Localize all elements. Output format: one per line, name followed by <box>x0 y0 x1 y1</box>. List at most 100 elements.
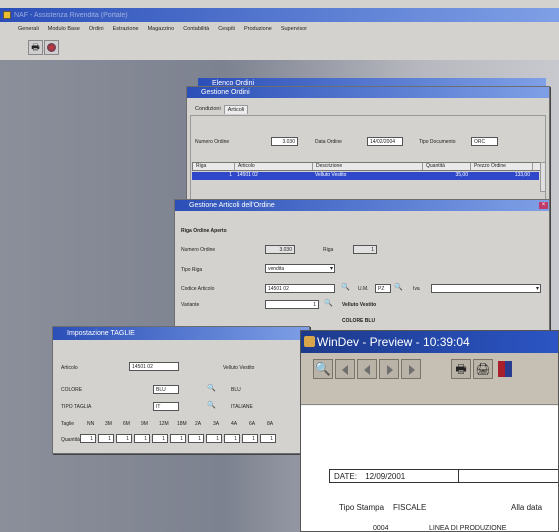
data-ordine-label: Data Ordine <box>315 139 342 145</box>
tipo-documento-field[interactable]: ORC <box>471 137 498 146</box>
riga-field[interactable]: 1 <box>353 245 377 254</box>
close-button[interactable]: × <box>539 202 548 209</box>
variante-label: Variante <box>181 302 200 308</box>
toolbar-print-button[interactable]: 🖶 <box>28 40 43 55</box>
table-row[interactable]: 1 14501 02 Velluto Vestito 35,00 133,00 <box>192 172 539 180</box>
first-page-button[interactable] <box>335 359 355 379</box>
taglia-header: 18M <box>177 421 187 427</box>
articolo-descrizione: Velluto Vestito <box>223 365 255 371</box>
search-icon[interactable]: 🔍 <box>207 384 216 392</box>
colore-descrizione: COLORE BLU <box>342 318 376 324</box>
gestione-ordini-window: Gestione Ordini Condizioni Articoli Nume… <box>186 86 550 204</box>
tipo-taglia-descrizione: ITALIANE <box>231 404 253 410</box>
menu-contabilita[interactable]: Contabilità <box>183 26 209 32</box>
taglie-label: Taglie <box>61 421 75 427</box>
menu-produzione[interactable]: Produzione <box>244 26 272 32</box>
tab-condizioni[interactable]: Condizioni <box>192 105 224 114</box>
riga-label: Riga <box>323 247 334 253</box>
ordine-tabs: Condizioni Articoli <box>192 105 249 114</box>
menu-generali[interactable]: Generali <box>18 26 39 32</box>
codice-articolo-field[interactable]: 14501 02 <box>265 284 335 293</box>
numero-ordine-field[interactable]: 3.030 <box>271 137 298 146</box>
taglia-header: 2A <box>195 421 202 427</box>
um-field[interactable]: PZ <box>375 284 391 293</box>
preview-title-bar: WinDev - Preview - 10:39:04 <box>301 331 558 353</box>
taglie-header-row: NN 3M 6M 9M 12M 18M 2A 3A 4A 6A 8A <box>87 421 285 427</box>
taglia-header: 4A <box>231 421 238 427</box>
book-icon <box>498 361 512 377</box>
quantita-field[interactable]: 1 <box>152 434 168 443</box>
quantita-field[interactable]: 1 <box>206 434 222 443</box>
taglia-header: NN <box>87 421 95 427</box>
numero-ordine-field-2[interactable]: 3.030 <box>265 245 295 254</box>
quantita-field[interactable]: 1 <box>116 434 132 443</box>
col-descrizione[interactable]: Descrizione <box>313 163 423 170</box>
quantita-field[interactable]: 1 <box>134 434 150 443</box>
taglia-header: 9M <box>141 421 148 427</box>
preview-title: WinDev - Preview - 10:39:04 <box>317 335 470 349</box>
search-icon[interactable]: 🔍 <box>324 299 333 307</box>
next-page-button[interactable] <box>379 359 399 379</box>
app-icon <box>3 11 11 19</box>
print-setup-button[interactable]: 🖨 <box>473 359 493 379</box>
quantita-field[interactable]: 1 <box>224 434 240 443</box>
last-page-icon <box>409 365 415 375</box>
quantita-field[interactable]: 1 <box>170 434 186 443</box>
quantita-field[interactable]: 1 <box>188 434 204 443</box>
menu-magazzino[interactable]: Magazzino <box>148 26 175 32</box>
prev-page-button[interactable] <box>357 359 377 379</box>
colore-field[interactable]: BLU <box>153 385 179 394</box>
col-prezzo[interactable]: Prezzo Ordine <box>471 163 533 170</box>
menu-modulo-base[interactable]: Modulo Base <box>48 26 80 32</box>
menu-ordini[interactable]: Ordini <box>89 26 104 32</box>
search-icon[interactable]: 🔍 <box>394 283 403 291</box>
menu-supervisor[interactable]: Supervisor <box>281 26 307 32</box>
quantita-field[interactable]: 1 <box>80 434 96 443</box>
data-ordine-field[interactable]: 14/02/2004 <box>367 137 403 146</box>
col-articolo[interactable]: Articolo <box>235 163 313 170</box>
col-quantita[interactable]: Quantità <box>423 163 471 170</box>
taglia-header: 8A <box>267 421 274 427</box>
variante-field[interactable]: 1 <box>265 300 319 309</box>
ordine-table-header: Riga Articolo Descrizione Quantità Prezz… <box>192 162 545 171</box>
col-riga[interactable]: Riga <box>193 163 235 170</box>
tipo-riga-label: Tipo Riga <box>181 267 203 273</box>
iva-select[interactable]: ▾ <box>431 284 541 293</box>
tipo-riga-select[interactable]: vendita ▾ <box>265 264 335 273</box>
gestione-ordini-title-bar: Gestione Ordini <box>187 87 549 98</box>
taglia-header: 6A <box>249 421 256 427</box>
zoom-button[interactable]: 🔍 <box>313 359 333 379</box>
search-icon[interactable]: 🔍 <box>207 401 216 409</box>
chevron-down-icon: ▾ <box>535 286 539 292</box>
main-window-title-bar: NAF - Assistenza Rivendita (Portale) <box>0 8 559 22</box>
menu-cespiti[interactable]: Cespiti <box>218 26 235 32</box>
numero-ordine-label-2: Numero Ordine <box>181 247 216 253</box>
tipo-stampa-label: Tipo Stampa <box>339 503 385 512</box>
quantita-field[interactable]: 1 <box>242 434 258 443</box>
quantita-field[interactable]: 1 <box>260 434 276 443</box>
table-scrollbar[interactable] <box>540 162 546 192</box>
iva-label: Iva <box>413 286 420 292</box>
colore-label: COLORE <box>61 387 83 393</box>
codice-articolo-label: Codice Articolo <box>181 286 215 292</box>
exit-button[interactable] <box>495 359 515 379</box>
menu-estrazione[interactable]: Estrazione <box>113 26 139 32</box>
print-button[interactable]: 🖶 <box>451 359 471 379</box>
windev-icon <box>304 336 315 347</box>
tipo-stampa-value: FISCALE <box>393 503 427 512</box>
tipo-taglia-field[interactable]: IT <box>153 402 179 411</box>
row-descrizione: Velluto Vestito <box>315 172 347 178</box>
report-line-description: LINEA DI PRODUZIONE <box>429 525 507 532</box>
printer-setup-icon: 🖨 <box>475 362 491 376</box>
tipo-riga-value: vendita <box>268 266 285 272</box>
tipo-documento-label: Tipo Documento <box>419 139 456 145</box>
toolbar-app-button[interactable] <box>44 40 59 55</box>
date-label: DATE: <box>334 472 357 481</box>
taglie-title: Impostazione TAGLIE <box>67 330 135 337</box>
quantita-field[interactable]: 1 <box>98 434 114 443</box>
articolo-field[interactable]: 14501 02 <box>129 362 179 371</box>
last-page-button[interactable] <box>401 359 421 379</box>
row-articolo: 14501 02 <box>237 172 258 178</box>
tab-articoli[interactable]: Articoli <box>223 105 249 114</box>
search-icon[interactable]: 🔍 <box>341 283 350 291</box>
